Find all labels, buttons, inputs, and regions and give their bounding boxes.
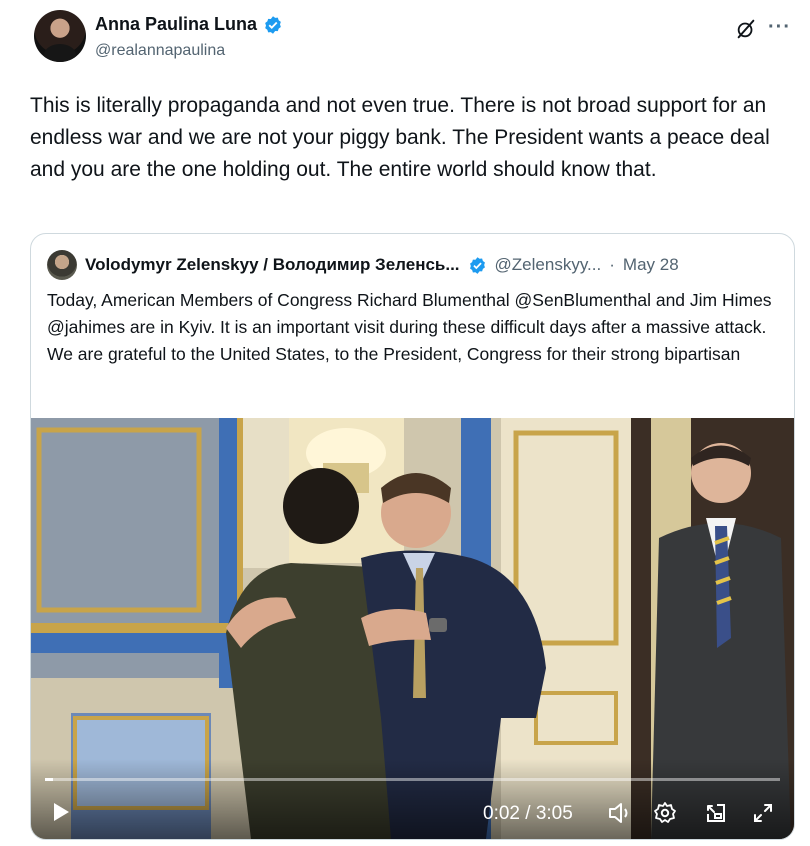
post-text: This is literally propaganda and not eve… xyxy=(30,94,770,181)
verified-badge-icon xyxy=(469,256,485,274)
author-handle[interactable]: @realannapaulina xyxy=(95,42,225,60)
video-progress-fill xyxy=(45,778,54,781)
verified-badge-icon xyxy=(265,15,281,34)
separator-dot: · xyxy=(609,255,615,274)
settings-gear-icon[interactable] xyxy=(653,801,677,825)
quoted-author-handle[interactable]: @Zelenskyy... xyxy=(495,255,602,275)
grok-icon[interactable] xyxy=(735,18,757,40)
fullscreen-icon[interactable] xyxy=(751,801,775,825)
quoted-post-date[interactable]: May 28 xyxy=(623,255,679,275)
video-controls-overlay xyxy=(31,759,794,839)
author-name[interactable]: Anna Paulina Luna xyxy=(95,14,257,35)
quoted-author-avatar[interactable] xyxy=(47,250,77,280)
video-time-display: 0:02 / 3:05 xyxy=(483,803,573,824)
volume-icon[interactable] xyxy=(607,801,633,825)
video-player[interactable]: 0:02 / 3:05 xyxy=(31,418,794,839)
author-avatar[interactable] xyxy=(34,10,86,62)
author-name-row: Anna Paulina Luna xyxy=(95,14,283,35)
more-icon[interactable]: ··· xyxy=(768,16,791,39)
video-progress-bar[interactable] xyxy=(45,778,780,781)
quoted-post-header: Volodymyr Zelenskyy / Володимир Зеленсь.… xyxy=(47,250,679,280)
picture-in-picture-icon[interactable] xyxy=(704,801,728,825)
quoted-post[interactable]: Volodymyr Zelenskyy / Володимир Зеленсь.… xyxy=(30,233,795,840)
quoted-author-name[interactable]: Volodymyr Zelenskyy / Володимир Зеленсь.… xyxy=(85,255,460,275)
play-icon[interactable] xyxy=(51,801,71,823)
quoted-post-text: Today, American Members of Congress Rich… xyxy=(47,290,772,364)
